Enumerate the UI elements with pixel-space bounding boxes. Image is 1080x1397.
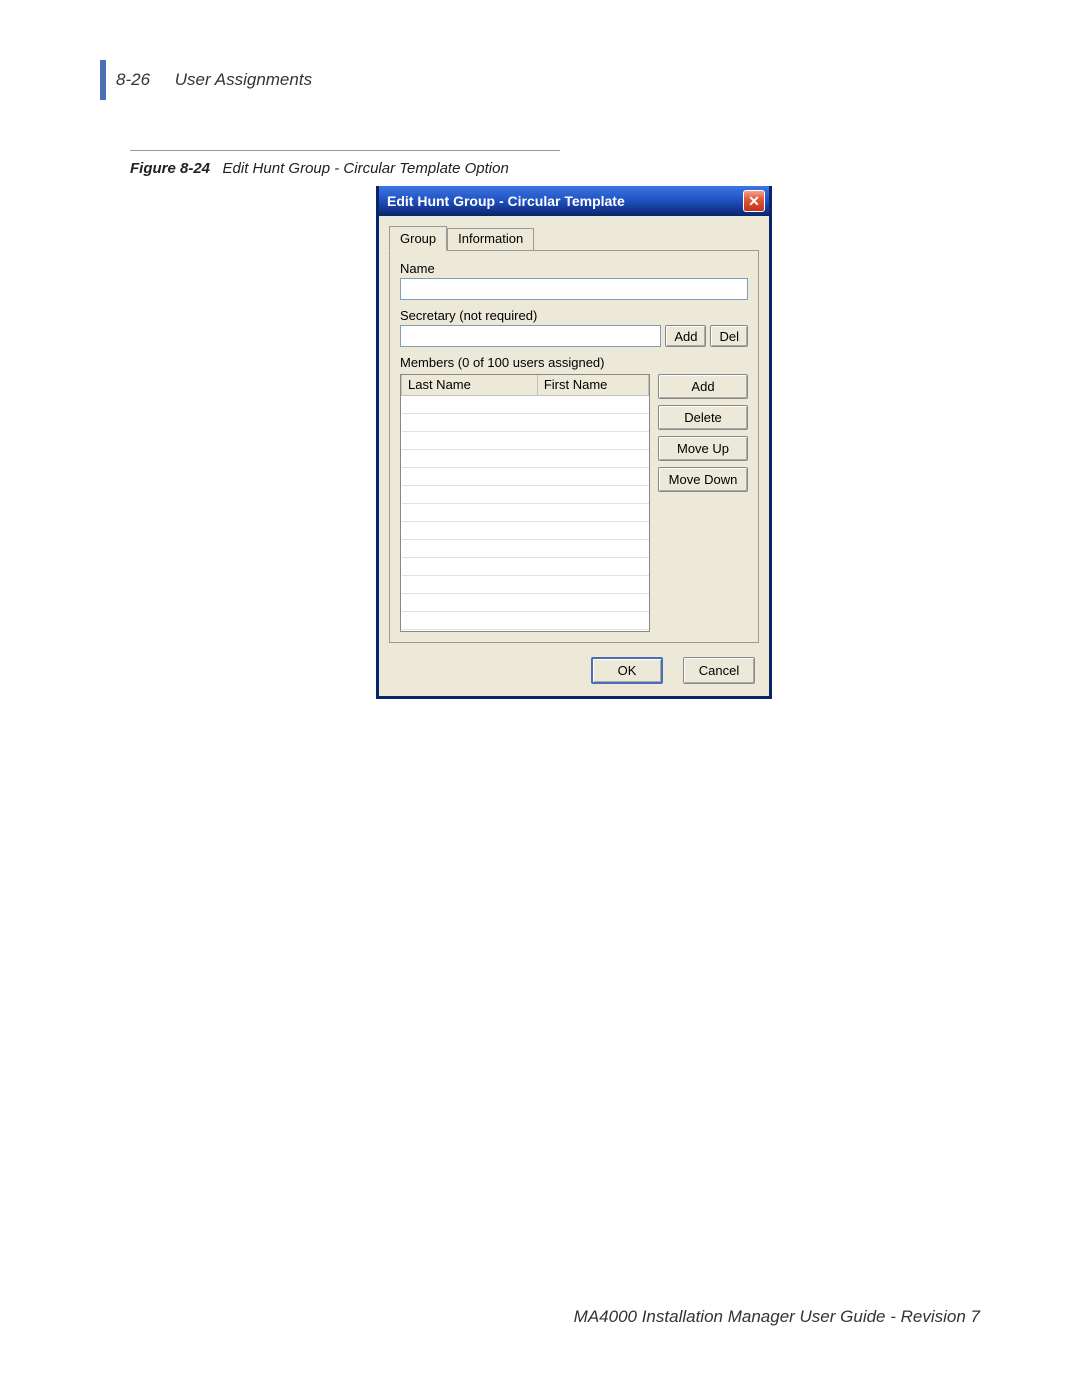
page-header: 8-26 User Assignments: [116, 70, 312, 90]
table-row: [402, 413, 649, 431]
close-icon: ✕: [748, 193, 760, 210]
table-row: [402, 521, 649, 539]
move-up-button[interactable]: Move Up: [658, 436, 748, 461]
col-last-name[interactable]: Last Name: [402, 375, 538, 395]
ok-button[interactable]: OK: [591, 657, 663, 684]
tab-group[interactable]: Group: [389, 226, 447, 251]
close-button[interactable]: ✕: [743, 190, 765, 212]
delete-member-button[interactable]: Delete: [658, 405, 748, 430]
members-label: Members (0 of 100 users assigned): [400, 355, 748, 370]
tab-strip: Group Information: [389, 226, 759, 251]
edit-hunt-group-dialog: Edit Hunt Group - Circular Template ✕ Gr…: [376, 186, 772, 699]
table-row: [402, 593, 649, 611]
name-input[interactable]: [400, 278, 748, 300]
members-button-group: Add Delete Move Up Move Down: [658, 374, 748, 632]
dialog-footer: OK Cancel: [389, 657, 759, 684]
page-footer: MA4000 Installation Manager User Guide -…: [574, 1307, 980, 1327]
page-number: 8-26: [116, 70, 150, 89]
secretary-label: Secretary (not required): [400, 308, 748, 323]
figure-label: Figure 8-24: [130, 160, 210, 177]
dialog-title: Edit Hunt Group - Circular Template: [387, 193, 625, 209]
table-row: [402, 467, 649, 485]
header-accent: [100, 60, 106, 100]
table-row: [402, 557, 649, 575]
tab-information[interactable]: Information: [447, 228, 534, 251]
table-row: [402, 449, 649, 467]
col-first-name[interactable]: First Name: [537, 375, 648, 395]
members-grid[interactable]: Last Name First Name: [400, 374, 650, 632]
add-member-button[interactable]: Add: [658, 374, 748, 399]
table-row: [402, 575, 649, 593]
secretary-add-button[interactable]: Add: [665, 325, 706, 347]
secretary-input[interactable]: [400, 325, 661, 347]
move-down-button[interactable]: Move Down: [658, 467, 748, 492]
dialog-titlebar: Edit Hunt Group - Circular Template ✕: [379, 186, 769, 216]
table-row: [402, 611, 649, 629]
table-row: [402, 539, 649, 557]
table-row: [402, 485, 649, 503]
cancel-button[interactable]: Cancel: [683, 657, 755, 684]
figure-rule: [130, 150, 560, 151]
secretary-del-button[interactable]: Del: [710, 325, 748, 347]
figure-caption-text: Edit Hunt Group - Circular Template Opti…: [223, 160, 509, 177]
table-row: [402, 395, 649, 413]
figure-caption: Figure 8-24 Edit Hunt Group - Circular T…: [130, 160, 509, 177]
table-row: [402, 503, 649, 521]
name-label: Name: [400, 261, 748, 276]
tab-panel-group: Name Secretary (not required) Add Del Me…: [389, 250, 759, 643]
section-title: User Assignments: [175, 70, 312, 89]
table-row: [402, 431, 649, 449]
